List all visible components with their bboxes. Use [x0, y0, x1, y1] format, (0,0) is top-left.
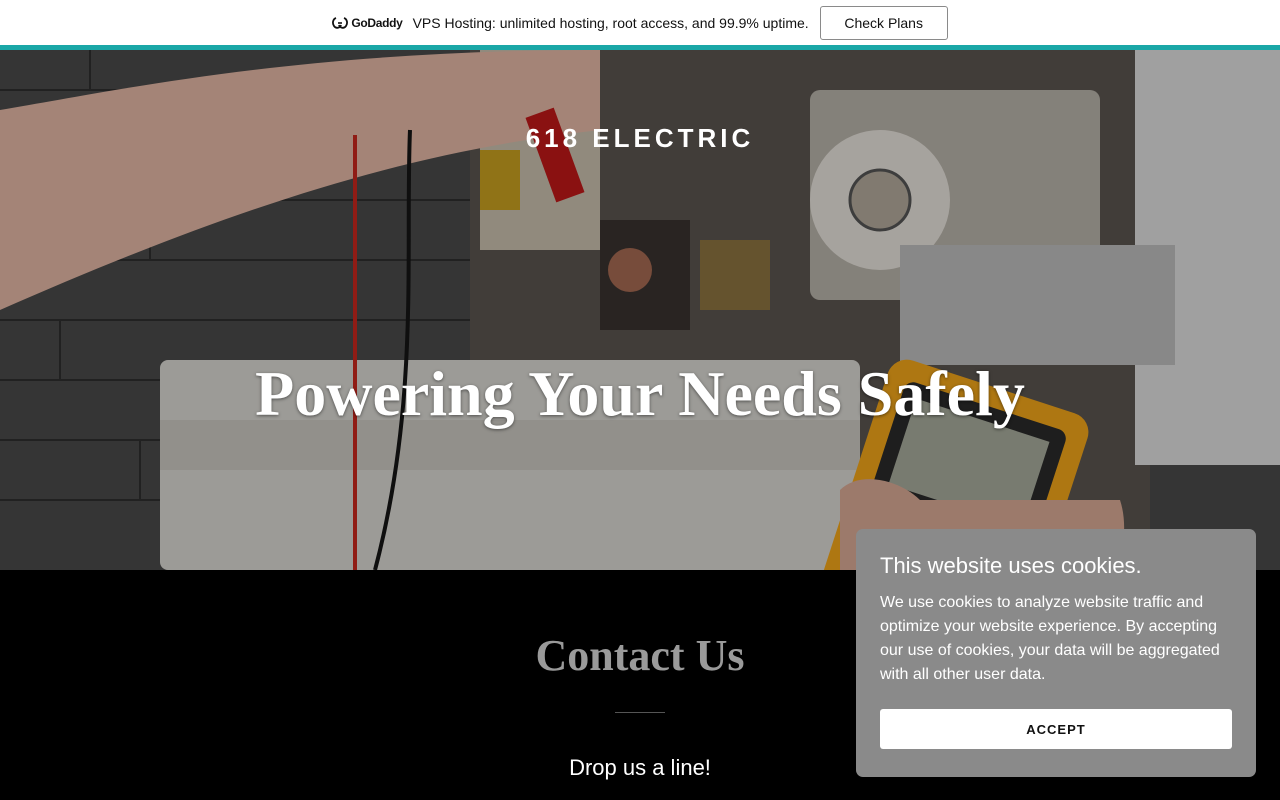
- godaddy-logo-text: GoDaddy: [351, 15, 403, 30]
- cookie-body-text: We use cookies to analyze website traffi…: [880, 594, 1220, 683]
- check-plans-button[interactable]: Check Plans: [819, 5, 948, 40]
- cookie-title: This website uses cookies.: [880, 553, 1142, 578]
- promo-text: VPS Hosting: unlimited hosting, root acc…: [412, 14, 809, 31]
- godaddy-logo-icon: [332, 16, 349, 29]
- hero-section: 618 ELECTRIC Powering Your Needs Safely: [0, 50, 1280, 570]
- contact-divider: [615, 712, 665, 713]
- accept-cookies-button[interactable]: ACCEPT: [880, 709, 1232, 749]
- cookie-banner: This website uses cookies. We use cookie…: [856, 529, 1256, 777]
- hero-heading: Powering Your Needs Safely: [255, 358, 1025, 429]
- promo-banner: GoDaddy VPS Hosting: unlimited hosting, …: [0, 0, 1280, 45]
- site-title[interactable]: 618 ELECTRIC: [0, 123, 1280, 154]
- godaddy-logo[interactable]: GoDaddy: [332, 15, 403, 30]
